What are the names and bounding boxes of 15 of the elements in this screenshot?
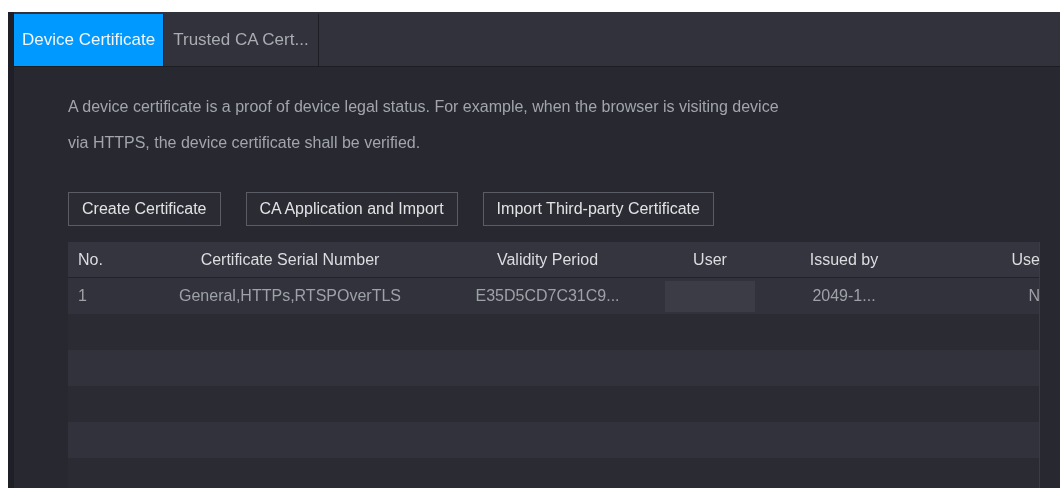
action-button[interactable]: CA Application and Import [245,192,458,226]
column-header: Certificate Serial Number [199,249,381,270]
action-button[interactable]: Import Third-party Certificate [482,192,714,226]
column-header: User [692,249,728,270]
table-cell-text: General,HTTPs,RTSPOverTLS [178,286,402,306]
table-cell-text: 2049-1... [811,286,877,306]
column-header: No. [77,249,104,270]
table-cell-text: E35D5CD7C31C9... [474,286,621,306]
column-header: Validity Period [495,249,600,270]
description-text: A device certificate is a proof of device legal status. For example, when the browser is visiting device via HTTPS, the device certificate shall be verified. [68,97,780,153]
table-cell-text: N [1027,286,1040,306]
action-button[interactable]: Create Certificate [68,192,221,226]
table-cell-text: 1 [77,286,88,306]
column-header: Use [1010,249,1040,270]
column-header: Issued by [808,249,880,270]
